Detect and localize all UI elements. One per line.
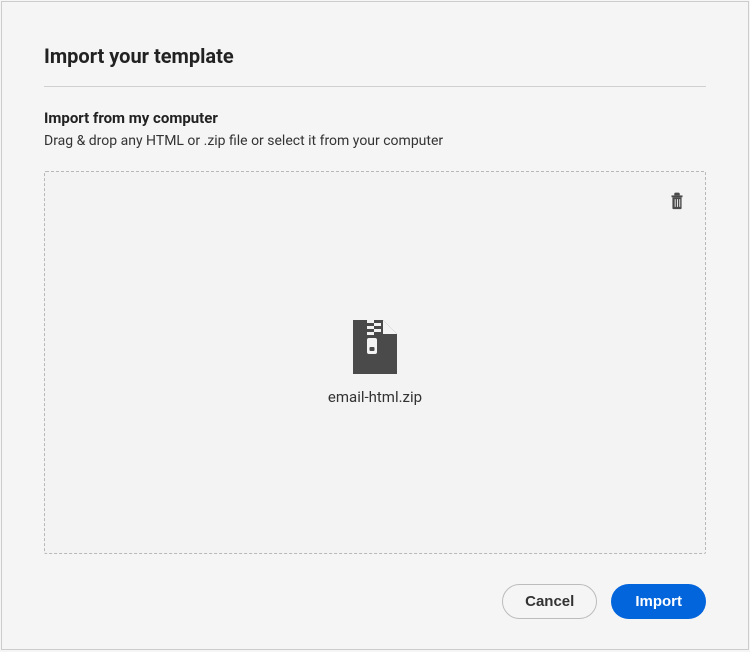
cancel-button[interactable]: Cancel — [502, 584, 597, 619]
divider — [44, 86, 706, 87]
import-template-dialog: Import your template Import from my comp… — [1, 1, 749, 650]
zip-file-icon — [353, 320, 397, 374]
file-dropzone[interactable]: email-html.zip — [44, 171, 706, 554]
file-preview: email-html.zip — [328, 320, 422, 406]
section-description: Drag & drop any HTML or .zip file or sel… — [44, 133, 706, 149]
section-title: Import from my computer — [44, 109, 706, 127]
dialog-footer: Cancel Import — [44, 584, 706, 619]
dialog-title: Import your template — [44, 44, 706, 68]
file-name: email-html.zip — [328, 388, 422, 406]
import-button[interactable]: Import — [611, 584, 706, 619]
delete-file-button[interactable] — [665, 188, 689, 212]
trash-icon — [666, 189, 688, 211]
